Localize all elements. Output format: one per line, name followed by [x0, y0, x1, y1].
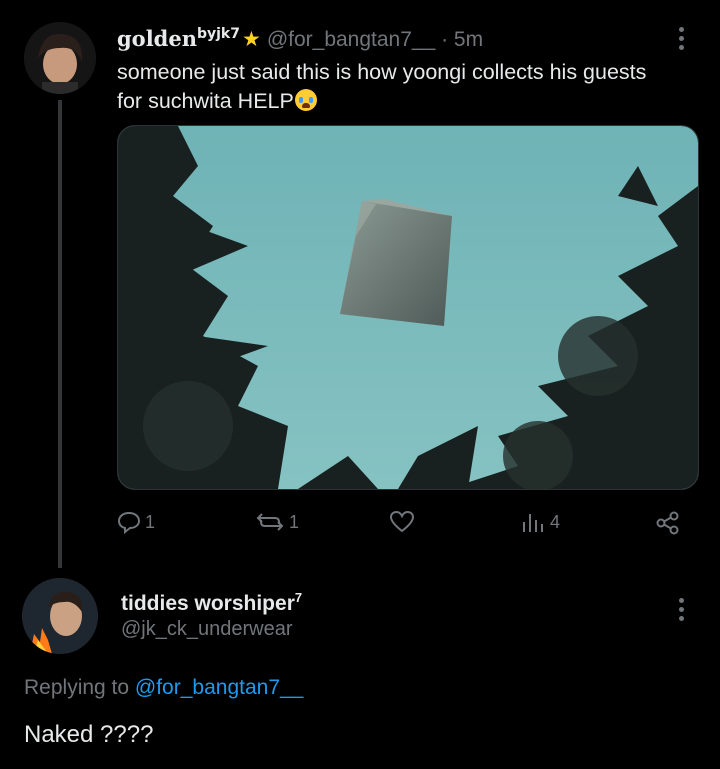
like-button[interactable]: [389, 510, 419, 534]
tweet-text: someone just said this is how yoongi col…: [117, 60, 647, 113]
views-count: 4: [550, 511, 561, 532]
views-button[interactable]: 4: [520, 510, 560, 534]
avatar[interactable]: [24, 22, 96, 94]
share-button[interactable]: [655, 510, 681, 536]
display-name[interactable]: goldenbyjk7: [117, 26, 240, 51]
user-handle[interactable]: @for_bangtan7__: [267, 28, 435, 51]
timestamp[interactable]: · 5m: [441, 28, 483, 51]
reply-icon: [117, 511, 141, 534]
avatar[interactable]: [22, 578, 98, 654]
loudly-crying-face-icon: [294, 89, 317, 111]
repost-count: 1: [289, 511, 300, 532]
more-options-icon[interactable]: [679, 598, 685, 625]
views-chart-icon: [523, 514, 543, 532]
repost-button[interactable]: 1: [255, 510, 299, 534]
mention-link[interactable]: @for_bangtan7__: [135, 676, 303, 699]
user-handle[interactable]: @jk_ck_underwear: [121, 618, 293, 641]
reply-count: 1: [145, 511, 156, 532]
replying-to-line: Replying to @for_bangtan7__: [24, 676, 304, 699]
thread-connector-line: [58, 100, 62, 568]
reply-text: Naked ????: [24, 721, 154, 748]
star-icon: ★: [241, 27, 261, 51]
repost-icon: [256, 513, 284, 531]
display-name[interactable]: tiddies worshiper7: [121, 590, 302, 616]
tweet-action-bar: 1 1 4: [117, 510, 687, 536]
share-icon: [656, 511, 679, 535]
tweet-media-image[interactable]: [117, 125, 699, 490]
more-options-icon[interactable]: [679, 27, 685, 54]
reply-button[interactable]: 1: [117, 510, 155, 534]
tweet-header: goldenbyjk7★ @for_bangtan7__ · 5m: [117, 26, 483, 52]
heart-icon: [389, 510, 415, 533]
